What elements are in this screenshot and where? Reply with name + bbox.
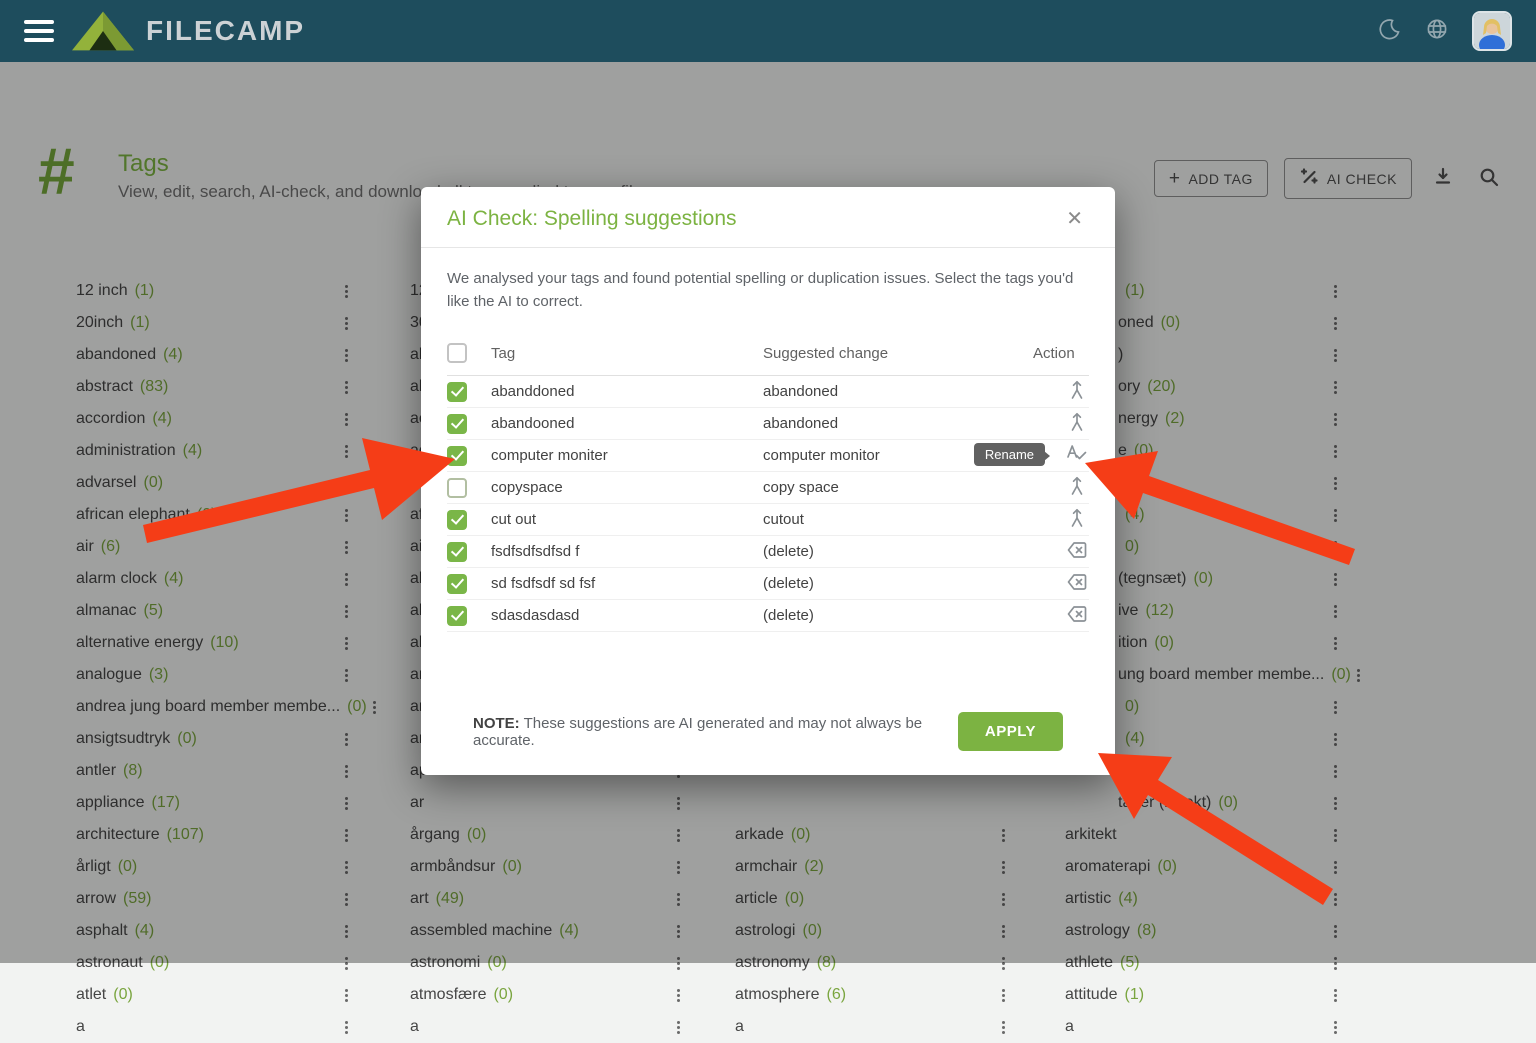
column-header-action: Action [1033,335,1089,376]
language-globe-icon[interactable] [1424,16,1450,47]
row-checkbox[interactable] [447,478,467,498]
modal-intro: We analysed your tags and found potentia… [447,268,1089,313]
merge-icon[interactable] [1065,378,1089,402]
suggestion-row: sd fsdfsdf sd fsf (delete) [447,568,1089,600]
tag-row: atmosfære (0) [410,979,686,1011]
suggestion-row: cut out cutout [447,504,1089,536]
delete-backspace-icon[interactable] [1065,570,1089,594]
suggestion-row: abandooned abandoned [447,408,1089,440]
kebab-menu-icon[interactable] [1328,1017,1343,1038]
merge-icon[interactable] [1065,410,1089,434]
kebab-menu-icon[interactable] [996,985,1011,1006]
kebab-menu-icon[interactable] [671,1017,686,1038]
suggestion-row: fsdfsdfsdfsd f (delete) [447,536,1089,568]
brand-name: FILECAMP [146,15,305,47]
tag-label: attitude [1065,986,1117,1004]
merge-icon[interactable] [1065,506,1089,530]
tag-row: atlet (0) [76,979,354,1011]
kebab-menu-icon[interactable] [996,1017,1011,1038]
tag-row: a [735,1011,1011,1043]
row-checkbox[interactable] [447,542,467,562]
merge-icon[interactable] [1065,474,1089,498]
tag-count: (6) [827,986,847,1004]
tag-label: atmosphere [735,986,820,1004]
apply-button[interactable]: APPLY [958,712,1063,751]
ai-check-modal: AI Check: Spelling suggestions ✕ We anal… [421,187,1115,775]
tag-label: a [410,1018,419,1036]
app-header: FILECAMP [0,0,1536,62]
tag-row: a [76,1011,354,1043]
dark-mode-moon-icon[interactable] [1376,16,1402,47]
hamburger-menu-icon[interactable] [24,20,54,42]
row-checkbox[interactable] [447,510,467,530]
tag-count: (1) [1124,986,1144,1004]
suggestion-row: abanddoned abandoned [447,376,1089,408]
tent-logo-icon [72,11,134,51]
tag-label: atmosfære [410,986,486,1004]
filecamp-logo[interactable]: FILECAMP [72,11,305,51]
user-avatar[interactable] [1472,11,1512,51]
tag-label: atlet [76,986,106,1004]
column-header-change: Suggested change [763,335,1033,376]
suggestions-table: Tag Suggested change Action abanddoned a… [447,335,1089,632]
suggestion-row: computer moniter computer monitor Rename [447,440,1089,472]
tag-row: a [410,1011,686,1043]
kebab-menu-icon[interactable] [339,985,354,1006]
close-icon[interactable]: ✕ [1060,207,1089,231]
tag-row: attitude (1) [1065,979,1343,1011]
kebab-menu-icon[interactable] [1328,985,1343,1006]
tag-count: (0) [493,986,513,1004]
modal-title: AI Check: Spelling suggestions [447,207,737,231]
row-checkbox[interactable] [447,446,467,466]
column-header-tag: Tag [491,335,763,376]
tag-label: a [76,1018,85,1036]
tag-row: atmosphere (6) [735,979,1011,1011]
modal-note: NOTE: These suggestions are AI generated… [473,715,958,749]
tag-label: a [1065,1018,1074,1036]
row-checkbox[interactable] [447,574,467,594]
spellcheck-rename-icon[interactable] [1065,442,1089,466]
delete-backspace-icon[interactable] [1065,538,1089,562]
suggestion-row: sdasdasdasd (delete) [447,600,1089,632]
kebab-menu-icon[interactable] [339,1017,354,1038]
row-checkbox[interactable] [447,414,467,434]
kebab-menu-icon[interactable] [671,985,686,1006]
row-checkbox[interactable] [447,382,467,402]
tag-count: (0) [113,986,133,1004]
select-all-checkbox[interactable] [447,343,467,363]
suggestion-row: copyspace copy space [447,472,1089,504]
tag-label: a [735,1018,744,1036]
tag-row: a [1065,1011,1343,1043]
row-checkbox[interactable] [447,606,467,626]
delete-backspace-icon[interactable] [1065,602,1089,626]
rename-tooltip: Rename [974,443,1045,466]
